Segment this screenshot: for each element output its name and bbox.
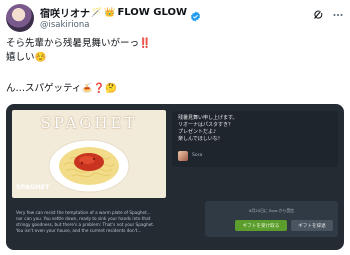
artwork-title: SPAGHET xyxy=(40,114,138,132)
gift-received-note: 8月20日に Sora から受信 xyxy=(249,208,294,213)
game-title: SPAGHET xyxy=(16,183,50,191)
sender-avatar xyxy=(178,151,188,161)
gift-action-box: 8月20日に Sora から受信 ギフトを受け取る ギフトを辞退 xyxy=(205,201,338,237)
gift-message-line: 残暑見舞い申し上げます。 xyxy=(178,115,238,121)
tweet-text-line-2: 嬉しい☺️ xyxy=(6,52,47,63)
description-line: You isn't even your house, and the curre… xyxy=(16,228,142,233)
gift-message-line: リオーナはパスタすき？ xyxy=(178,122,234,128)
more-options-icon[interactable] xyxy=(332,6,344,25)
handle[interactable]: @isakiriona xyxy=(40,20,89,30)
gift-message: 残暑見舞い申し上げます。 リオーナはパスタすき？ プレゼントだよ♪ 楽しんでほし… xyxy=(178,115,238,143)
display-name[interactable]: 宿咲リオナ xyxy=(40,5,90,20)
crown-emoji: 👑 xyxy=(104,7,116,18)
gift-message-box: 残暑見舞い申し上げます。 リオーナはパスタすき？ プレゼントだよ♪ 楽しんでほし… xyxy=(172,111,338,167)
avatar[interactable] xyxy=(6,4,34,32)
verified-badge-icon xyxy=(190,7,201,22)
tweet-text-line-3: ん…スパゲッティ🍝❓🤔 xyxy=(6,83,117,94)
accept-gift-button[interactable]: ギフトを受け取る xyxy=(235,220,287,231)
tweet-header: 宿咲リオナ 🪄 👑 FLOW GLOW @isakiriona xyxy=(6,4,344,34)
decline-gift-button[interactable]: ギフトを辞退 xyxy=(291,220,333,231)
gift-message-line: プレゼントだよ♪ xyxy=(178,129,217,135)
flow-glow-label: FLOW GLOW xyxy=(117,7,188,18)
steam-gift-card[interactable]: SPAGHET 残暑見舞い申し上げます。 リオーナはパスタすき？ プレゼントだよ… xyxy=(6,104,344,250)
grok-icon[interactable] xyxy=(312,6,324,25)
sender-name: Sora xyxy=(192,153,203,158)
wand-emoji: 🪄 xyxy=(91,7,103,18)
gift-message-line: 楽しんでほしいな！ xyxy=(178,136,223,142)
tweet-actions-top xyxy=(312,6,344,25)
game-description: Very few can resist the temptation of a … xyxy=(16,210,172,234)
name-row[interactable]: 宿咲リオナ 🪄 👑 FLOW GLOW xyxy=(40,5,201,22)
tweet-text-line-1: そら先輩から残暑見舞いがーっ‼️ xyxy=(6,38,151,49)
